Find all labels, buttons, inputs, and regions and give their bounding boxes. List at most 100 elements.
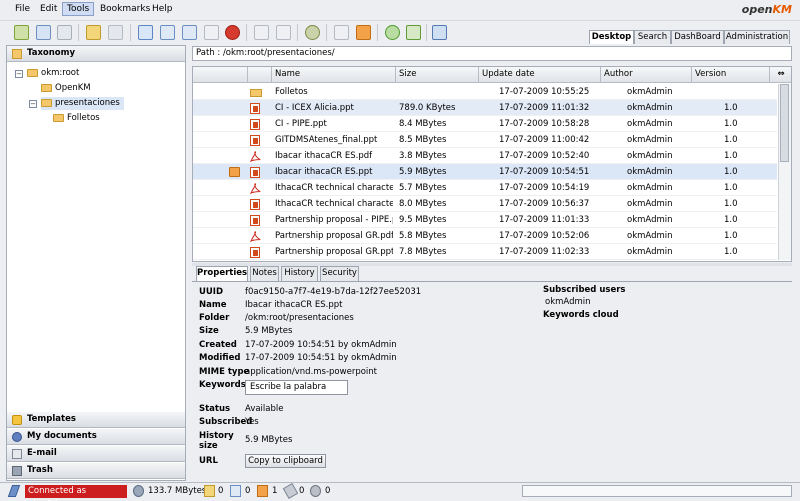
menu-help[interactable]: Help xyxy=(152,4,173,14)
pdf-icon xyxy=(249,183,261,194)
email-header[interactable]: E-mail xyxy=(7,446,185,462)
menu-bookmarks[interactable]: Bookmarks xyxy=(100,4,150,14)
find-folder-icon[interactable] xyxy=(36,25,51,40)
document-detail-panel: Properties Notes History Security UUID f… xyxy=(192,266,792,480)
tab-dashboard[interactable]: DashBoard xyxy=(671,30,724,44)
tab-search[interactable]: Search xyxy=(634,30,671,44)
tree-item-presentaciones[interactable]: presentaciones xyxy=(41,97,124,110)
folder-value: /okm:root/presentaciones xyxy=(245,313,354,323)
menu-bar: File Edit Tools Bookmarks Help openKM xyxy=(0,0,800,21)
column-header-update-date[interactable]: Update date xyxy=(479,67,601,83)
table-row[interactable]: Folletos 17-07-2009 10:55:25 okmAdmin xyxy=(193,84,777,100)
table-row[interactable]: CI - PIPE.ppt 8.4 MBytes 17-07-2009 10:58:… xyxy=(193,116,777,132)
collapse-root-toggle[interactable]: − xyxy=(15,70,23,78)
column-header-icons[interactable] xyxy=(193,67,248,83)
table-row[interactable]: Partnership proposal GR.pdf 5.8 MBytes 17-… xyxy=(193,228,777,244)
tab-properties[interactable]: Properties xyxy=(196,266,248,282)
tab-notes[interactable]: Notes xyxy=(250,266,279,281)
size-cell: 5.7 MBytes xyxy=(399,183,447,193)
path-bar: Path : /okm:root/presentaciones/ xyxy=(192,46,792,61)
tree-item-openkm[interactable]: OpenKM xyxy=(41,82,91,95)
menu-tools[interactable]: Tools xyxy=(62,2,95,16)
tab-administration[interactable]: Administration xyxy=(724,30,790,44)
tab-desktop[interactable]: Desktop xyxy=(589,30,634,44)
uuid-label: UUID xyxy=(199,287,224,297)
cancel-checkout-icon[interactable] xyxy=(204,25,219,40)
column-header-author[interactable]: Author xyxy=(601,67,692,83)
version-cell: 1.0 xyxy=(724,119,738,129)
delete-icon[interactable] xyxy=(225,25,240,40)
find-document-icon[interactable] xyxy=(57,25,72,40)
my-documents-header[interactable]: My documents xyxy=(7,429,185,445)
menu-file[interactable]: File xyxy=(15,4,30,14)
keywords-input[interactable]: Escribe la palabra xyxy=(245,380,348,395)
column-header-size[interactable]: Size xyxy=(396,67,479,83)
checkin-icon[interactable] xyxy=(182,25,197,40)
ppt-icon xyxy=(250,135,260,146)
date-cell: 17-07-2009 10:52:06 xyxy=(499,231,590,241)
email-title: E-mail xyxy=(27,448,57,458)
trash-icon xyxy=(12,466,22,476)
tab-history[interactable]: History xyxy=(281,266,318,281)
name-cell: GITDMSAtenes_final.ppt xyxy=(275,135,378,145)
toolbar-separator xyxy=(326,24,327,41)
table-row[interactable]: Ibacar ithacaCR ES.ppt 5.9 MBytes 17-07-20… xyxy=(193,164,777,180)
refresh-icon[interactable] xyxy=(385,25,400,40)
tab-underline xyxy=(192,281,792,282)
table-row[interactable]: Partnership proposal - PIPE.ppt 9.5 MByte… xyxy=(193,212,777,228)
ppt-icon xyxy=(250,199,260,210)
name-cell: Partnership proposal GR.pdf xyxy=(275,231,393,241)
date-cell: 17-07-2009 10:54:19 xyxy=(499,183,590,193)
date-cell: 17-07-2009 10:52:40 xyxy=(499,151,590,161)
name-cell: CI - ICEX Alicia.ppt xyxy=(275,103,354,113)
column-header-name[interactable]: Name xyxy=(272,67,396,83)
checkout-icon[interactable] xyxy=(160,25,175,40)
quota-value: 133.7 MBytes xyxy=(148,486,207,496)
export-icon[interactable] xyxy=(432,25,447,40)
toolbar-separator xyxy=(426,24,427,41)
size-label: Size xyxy=(199,326,219,336)
author-cell: okmAdmin xyxy=(627,183,673,193)
workflow-status-icon[interactable] xyxy=(310,485,321,497)
taxonomy-header[interactable]: Taxonomy xyxy=(7,46,185,62)
remove-subscription-icon[interactable] xyxy=(356,25,371,40)
tab-security[interactable]: Security xyxy=(320,266,359,281)
pdf-icon xyxy=(249,151,261,162)
table-row[interactable]: Partnership proposal GR.ppt 7.8 MBytes 17-… xyxy=(193,244,777,260)
templates-header[interactable]: Templates xyxy=(7,412,185,428)
subscribed-icon xyxy=(229,167,240,177)
file-list-scroll-thumb[interactable] xyxy=(780,84,789,162)
menu-edit[interactable]: Edit xyxy=(40,4,57,14)
workflow-icon[interactable] xyxy=(305,25,320,40)
subscribed-documents-icon[interactable] xyxy=(257,485,268,497)
tree-item-root[interactable]: okm:root xyxy=(27,67,79,80)
column-header-type[interactable] xyxy=(248,67,272,83)
table-row[interactable]: IthacaCR technical characteristics 8.0 MB… xyxy=(193,196,777,212)
home-icon[interactable] xyxy=(406,25,421,40)
unlock-icon[interactable] xyxy=(108,25,123,40)
status-value: Available xyxy=(245,404,284,414)
mime-type-value: application/vnd.ms-powerpoint xyxy=(245,367,377,377)
collapse-presentaciones-toggle[interactable]: − xyxy=(29,100,37,108)
table-row[interactable]: Ibacar ithacaCR ES.pdf 3.8 MBytes 17-07-20… xyxy=(193,148,777,164)
column-header-version[interactable]: Version xyxy=(692,67,770,83)
name-value: Ibacar ithacaCR ES.ppt xyxy=(245,300,343,310)
trash-header[interactable]: Trash xyxy=(7,463,185,479)
add-property-icon[interactable] xyxy=(254,25,269,40)
locked-documents-icon[interactable] xyxy=(204,485,215,497)
toolbar-separator xyxy=(246,24,247,41)
expand-columns-icon[interactable]: ⇔ xyxy=(770,67,791,83)
table-row[interactable]: IthacaCR technical characteristics 5.7 MB… xyxy=(193,180,777,196)
remove-property-icon[interactable] xyxy=(276,25,291,40)
checkout-documents-icon[interactable] xyxy=(230,485,241,497)
add-subscription-icon[interactable] xyxy=(334,25,349,40)
size-cell: 9.5 MBytes xyxy=(399,215,447,225)
news-count: 0 xyxy=(299,486,305,496)
table-row[interactable]: GITDMSAtenes_final.ppt 8.5 MBytes 17-07-20… xyxy=(193,132,777,148)
copy-to-clipboard-button[interactable]: Copy to clipboard xyxy=(245,454,326,468)
lock-icon[interactable] xyxy=(86,25,101,40)
table-row[interactable]: CI - ICEX Alicia.ppt 789.0 KBytes 17-07-20… xyxy=(193,100,777,116)
create-folder-icon[interactable] xyxy=(14,25,29,40)
tree-item-folletos[interactable]: Folletos xyxy=(53,112,100,125)
add-document-icon[interactable] xyxy=(138,25,153,40)
